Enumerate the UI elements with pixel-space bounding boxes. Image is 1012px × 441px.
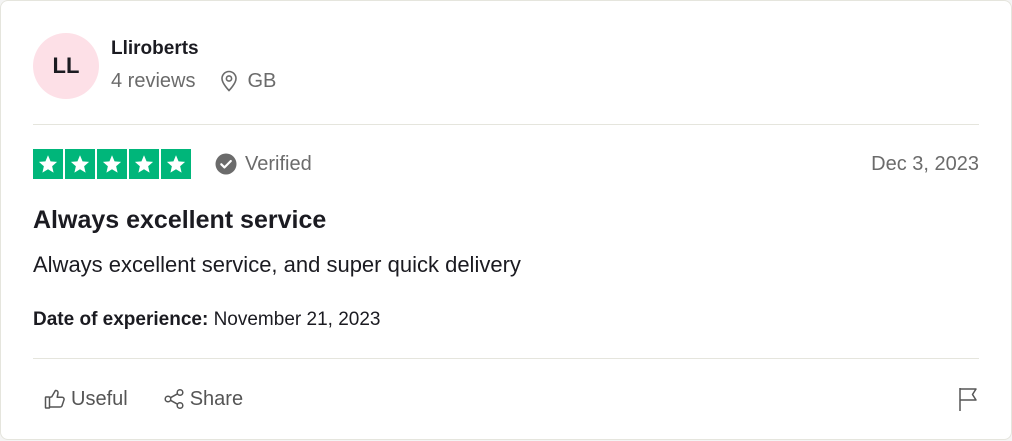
reviews-count: 4 reviews <box>111 70 196 92</box>
review-card: LL Lliroberts 4 reviews GB Verified Dec … <box>0 0 1012 440</box>
star-icon <box>129 149 159 179</box>
experience-date: November 21, 2023 <box>213 309 381 330</box>
useful-button[interactable]: Useful <box>33 383 138 415</box>
consumer-name[interactable]: Lliroberts <box>111 37 276 61</box>
review-title[interactable]: Always excellent service <box>33 204 326 236</box>
review-date: Dec 3, 2023 <box>871 152 979 175</box>
consumer-info: Lliroberts 4 reviews GB <box>111 37 276 93</box>
star-icon <box>33 149 63 179</box>
consumer-country: GB <box>247 70 277 92</box>
star-rating <box>33 149 191 179</box>
verified-badge[interactable]: Verified <box>215 153 312 176</box>
star-icon <box>97 149 127 179</box>
star-icon <box>65 149 95 179</box>
divider <box>33 124 979 125</box>
consumer-meta: 4 reviews GB <box>111 69 276 93</box>
useful-label: Useful <box>71 387 128 410</box>
avatar[interactable]: LL <box>33 33 99 99</box>
share-button[interactable]: Share <box>152 383 253 415</box>
share-label: Share <box>189 387 244 410</box>
share-icon <box>162 387 186 411</box>
review-text: Always excellent service, and super quic… <box>33 252 521 277</box>
verified-label: Verified <box>245 152 312 175</box>
avatar-initials: LL <box>52 53 80 78</box>
consumer-header: LL Lliroberts 4 reviews GB <box>33 33 276 99</box>
check-circle-icon <box>215 153 237 175</box>
experience-label: Date of experience: <box>33 309 209 330</box>
star-icon <box>161 149 191 179</box>
divider <box>33 358 979 359</box>
review-actions: Useful Share <box>33 381 979 417</box>
rating-row: Verified Dec 3, 2023 <box>33 148 979 180</box>
thumbs-up-icon <box>43 387 67 411</box>
flag-icon[interactable] <box>953 382 983 416</box>
location-pin-icon <box>219 70 239 92</box>
date-of-experience: Date of experience: November 21, 2023 <box>33 308 380 332</box>
